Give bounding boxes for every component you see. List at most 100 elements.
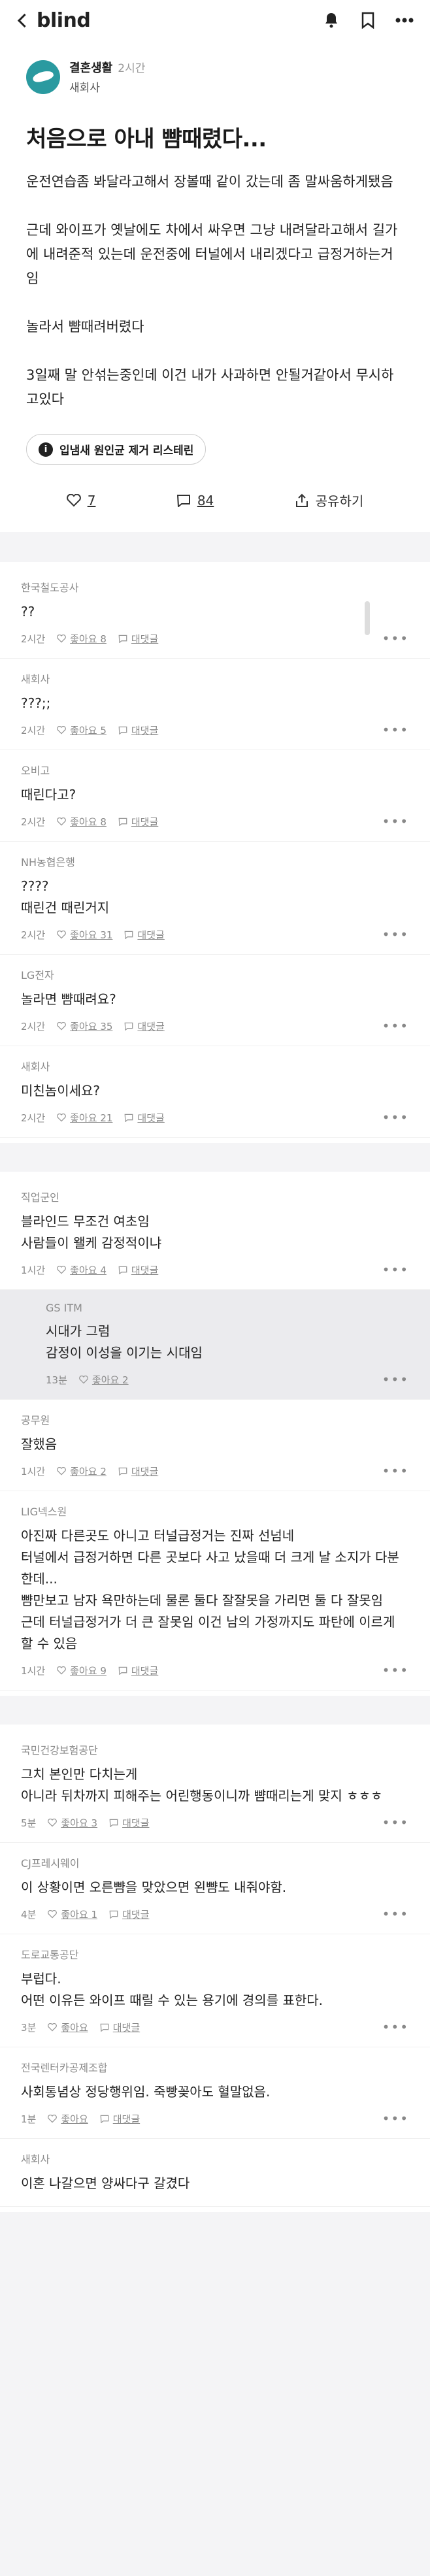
comment-like-button[interactable]: 좋아요 [48,2021,88,2034]
top-bar: blind [0,0,430,41]
bookmark-icon[interactable] [358,10,378,30]
reply-label: 대댓글 [131,1664,159,1677]
more-options-icon[interactable]: ••• [382,1906,409,1922]
blind-logo[interactable]: blind [37,9,91,32]
comment-icon [176,494,190,507]
comment: 직업군인 블라인드 무조건 여초임 사람들이 왤케 감정적이냐 1시간 좋아요 4 대댓… [0,1177,430,1290]
comment-like-button[interactable]: 좋아요 8 [57,815,107,829]
comment-footer: 3분 좋아요 대댓글 ••• [21,2019,409,2035]
comment-like-button[interactable]: 좋아요 8 [57,632,107,646]
comment-like-button[interactable]: 좋아요 21 [57,1111,112,1125]
reply-button[interactable]: 대댓글 [100,2021,140,2034]
comment-like-button[interactable]: 좋아요 [48,2112,88,2126]
comment-time: 2시간 [21,929,46,941]
heart-icon [48,1818,58,1826]
like-label: 좋아요 4 [70,1264,107,1276]
more-options-icon[interactable]: ••• [382,814,409,829]
comment: 공무원 잘했음 1시간 좋아요 2 대댓글 ••• [0,1400,430,1491]
comment-footer: 2시간 좋아요 5 대댓글 ••• [21,722,409,738]
scrollbar-thumb[interactable] [365,601,370,635]
comment-time: 2시간 [21,633,46,645]
reply-label: 대댓글 [122,1908,150,1921]
comment-text: 사회통념상 정당행위임. 죽빵꽂아도 혈말없음. [21,2084,271,2100]
comment-icon [125,931,133,939]
comment-company: CJ프레시웨이 [21,1857,80,1870]
bell-icon[interactable] [322,10,341,30]
avatar[interactable] [26,59,60,94]
comment-icon [118,1266,127,1274]
comment-icon [118,1666,127,1675]
heart-icon [57,1265,67,1274]
reply-button[interactable]: 대댓글 [118,1263,158,1277]
like-label: 좋아요 5 [70,724,107,736]
comment-text: ???;; [21,695,51,711]
like-label: 좋아요 31 [70,929,113,941]
comment-like-button[interactable]: 좋아요 5 [57,723,107,737]
reply-button[interactable]: 대댓글 [124,928,165,942]
more-options-icon[interactable]: ••• [382,2111,409,2126]
reply-button[interactable]: 대댓글 [124,1019,165,1033]
reply-button[interactable]: 대댓글 [118,1464,158,1478]
more-options-icon[interactable]: ••• [382,1463,409,1479]
more-options-icon[interactable]: ••• [382,1662,409,1678]
comment: 새회사 미친놈이세요? 2시간 좋아요 21 대댓글 ••• [0,1046,430,1138]
more-options-icon[interactable] [395,10,414,30]
comment-button[interactable]: 84 [176,491,214,510]
like-label: 좋아요 [61,2021,88,2034]
reply-button[interactable]: 대댓글 [124,1111,165,1125]
more-options-icon[interactable]: ••• [382,1262,409,1278]
post-body: 운전연습좀 봐달라고해서 장볼때 같이 갔는데 좀 말싸움하게됐음 근데 와이프… [26,174,398,407]
ad-tag[interactable]: i 입냄새 원인균 제거 리스테린 [26,434,207,465]
comment-like-button[interactable]: 좋아요 9 [57,1664,107,1677]
heart-icon [57,725,67,734]
reply-button[interactable]: 대댓글 [118,1664,158,1677]
reply-label: 대댓글 [131,724,159,736]
comment-group-3: 국민건강보험공단 그치 본인만 다치는게 아니라 뒤차까지 피해주는 어린행동이니… [0,1725,430,2212]
reply-button[interactable]: 대댓글 [118,632,158,646]
reply-button[interactable]: 대댓글 [109,1816,149,1830]
reply-label: 대댓글 [112,2021,141,2034]
comment-time: 2시간 [21,724,46,736]
like-label: 좋아요 9 [70,1664,107,1677]
more-options-icon[interactable]: ••• [382,1815,409,1830]
comment-like-button[interactable]: 좋아요 31 [57,928,112,942]
more-options-icon[interactable]: ••• [382,927,409,942]
comment-company: 새회사 [21,1061,50,1073]
comment-like-button[interactable]: 좋아요 3 [48,1816,97,1830]
comment-like-button[interactable]: 좋아요 4 [57,1263,107,1277]
comment: 도로교통공단 부럽다. 어떤 이유든 와이프 때릴 수 있는 용기에 경의를 표한… [0,1934,430,2047]
ad-tag-label: 입냄새 원인균 제거 리스테린 [59,444,194,457]
comment-footer: 4분 좋아요 1 대댓글 ••• [21,1906,409,1922]
comment-like-button[interactable]: 좋아요 2 [78,1373,129,1387]
comment-like-button[interactable]: 좋아요 2 [57,1464,107,1478]
heart-icon [78,1375,88,1383]
comment-time: 2시간 [21,816,46,828]
comment-icon [100,2115,109,2123]
reply-button[interactable]: 대댓글 [118,815,158,829]
share-button[interactable]: 공유하기 [295,491,363,510]
more-options-icon[interactable]: ••• [382,1372,409,1387]
comment-icon [118,1467,127,1476]
back-icon[interactable] [16,13,30,27]
comment-time: 2시간 [21,1112,46,1124]
more-options-icon[interactable]: ••• [382,631,409,646]
like-button[interactable]: 7 [66,491,95,510]
comment-company: LIG넥스원 [21,1506,67,1518]
more-options-icon[interactable]: ••• [382,722,409,738]
comment: LIG넥스원 아진짜 다른곳도 아니고 터널급정거는 진짜 선넘네 터널에서 급정… [0,1491,430,1691]
more-options-icon[interactable]: ••• [382,1018,409,1034]
comment-footer: 2시간 좋아요 21 대댓글 ••• [21,1110,409,1125]
heart-icon [48,1909,58,1918]
comment-like-button[interactable]: 좋아요 1 [48,1907,97,1921]
heart-icon [57,1466,67,1475]
board-name[interactable]: 결혼생활 [69,61,112,75]
more-options-icon[interactable]: ••• [382,1110,409,1125]
comment-text: ?? [21,604,35,619]
reply-button[interactable]: 대댓글 [118,723,158,737]
reply-button[interactable]: 대댓글 [109,1907,149,1921]
more-options-icon[interactable]: ••• [382,2019,409,2035]
comment-like-button[interactable]: 좋아요 35 [57,1019,112,1033]
like-label: 좋아요 2 [70,1465,107,1478]
reply-button[interactable]: 대댓글 [100,2112,140,2126]
comment-footer: 1분 좋아요 대댓글 ••• [21,2111,409,2126]
